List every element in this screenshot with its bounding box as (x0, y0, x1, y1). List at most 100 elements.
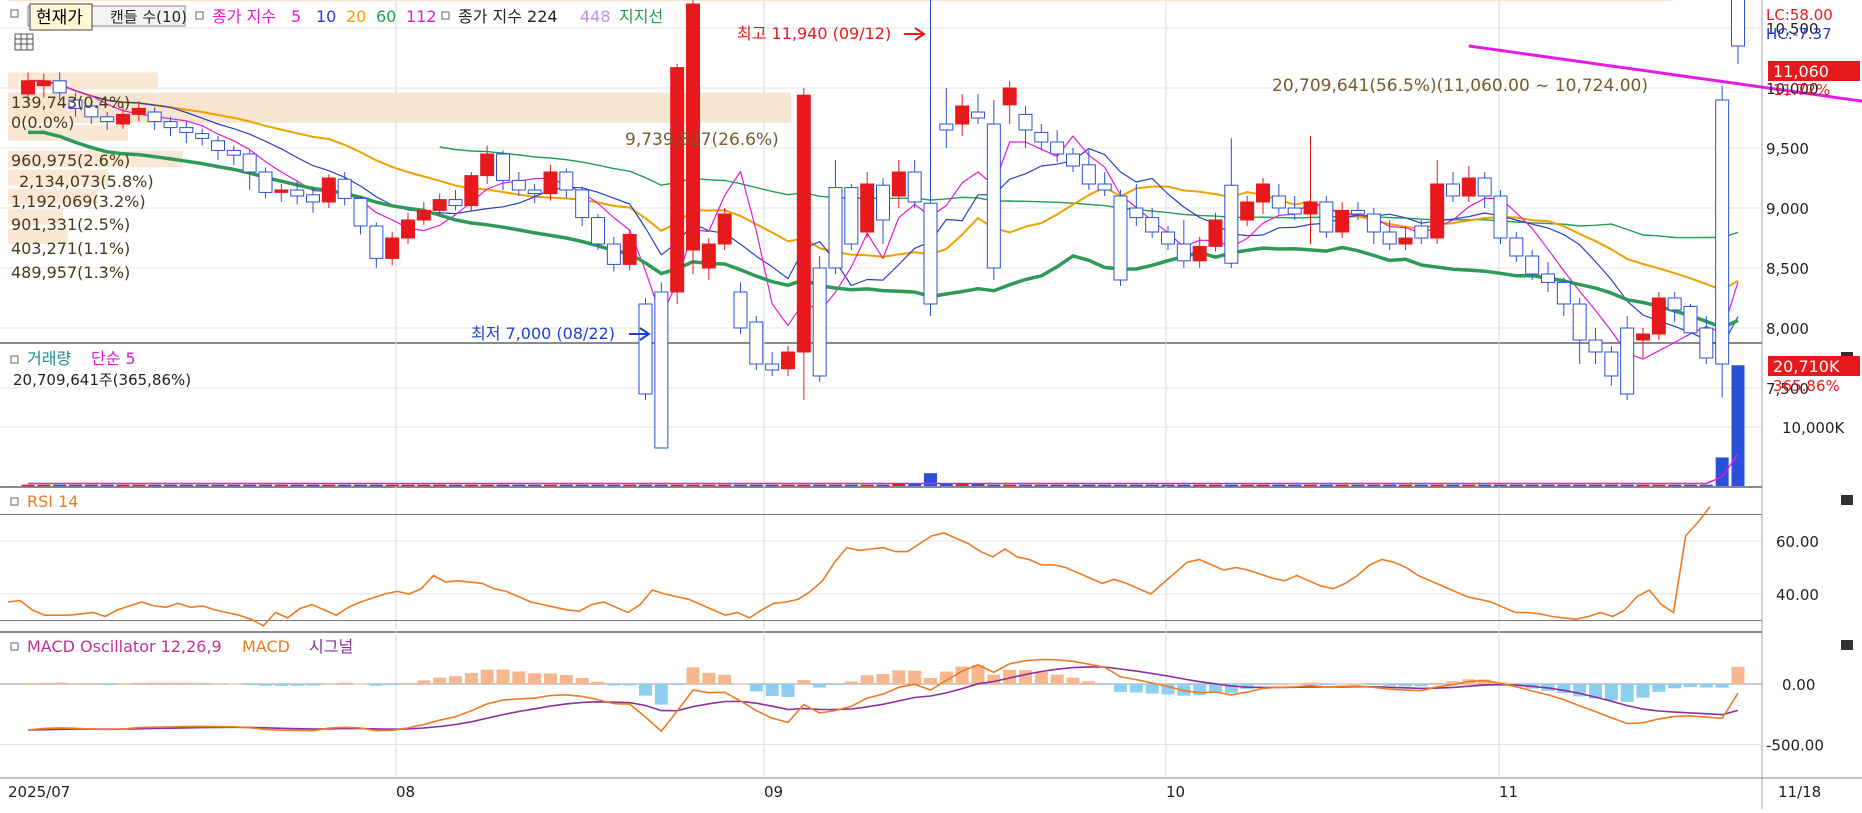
candle-body (1081, 164, 1096, 185)
candle-body (606, 243, 621, 265)
band-top-annotation: 20,709,641(56.5%)(11,060.00 ~ 10,724.00) (1272, 76, 1648, 96)
macd-panel-close-icon[interactable] (1841, 640, 1853, 650)
candle-up (670, 64, 685, 304)
volume-legend-title[interactable]: 거래량 (27, 349, 71, 368)
macd-oscillator-legend[interactable]: MACD Oscillator 12,26,9 (27, 637, 222, 656)
volume-bar (512, 484, 526, 487)
volume-bar (1003, 484, 1017, 487)
ma10-legend[interactable]: 10 (316, 7, 336, 26)
candle-body (1667, 297, 1682, 311)
candle-body (1572, 303, 1587, 341)
macd-oscillator-bar (1367, 684, 1381, 685)
volume-bar (1351, 484, 1365, 487)
macd-oscillator-bar (844, 681, 858, 684)
candle-body (179, 127, 194, 133)
volume-bar (354, 484, 367, 487)
volume-bar (1541, 484, 1555, 487)
x-tick-label: 08 (396, 783, 415, 801)
volume-bar (813, 484, 827, 487)
volume-bar (1684, 484, 1697, 487)
candle-body (860, 183, 875, 233)
volume-bar (227, 484, 241, 487)
ma5-legend[interactable]: 5 (291, 7, 301, 26)
candle-body (812, 267, 827, 377)
candle-body (971, 111, 985, 119)
volume-bar (575, 484, 589, 487)
candle-body (575, 189, 590, 219)
macd-oscillator-bar (892, 670, 906, 684)
volume-bar (544, 484, 557, 487)
macd-oscillator-bar (37, 682, 51, 684)
vp-label: 901,331(2.5%) (11, 215, 130, 234)
volume-bar (654, 484, 668, 487)
x-tick-label: 2025/07 (8, 783, 70, 801)
macd-signal-legend[interactable]: 시그널 (309, 637, 353, 656)
volume-bar (1161, 484, 1175, 487)
ma20-legend[interactable]: 20 (346, 7, 366, 26)
volume-bar (765, 484, 779, 487)
candle-body (1604, 351, 1619, 377)
macd-oscillator-bar (544, 673, 557, 684)
macd-oscillator-bar (1731, 666, 1745, 684)
volume-tick-label: 10,000K (1782, 419, 1845, 437)
volume-bar (243, 484, 257, 487)
macd-oscillator-bar (1098, 684, 1112, 685)
macd-oscillator-bar (1050, 674, 1064, 684)
candle-body (1176, 243, 1191, 262)
candle-body (1414, 225, 1429, 239)
macd-oscillator-bar (670, 684, 684, 685)
candle-body (1493, 195, 1508, 239)
table-icon[interactable] (14, 33, 34, 51)
candle-down (1683, 304, 1698, 334)
volume-bar (69, 484, 82, 487)
volume-bar (1304, 484, 1317, 487)
rsi-panel-close-icon[interactable] (1841, 495, 1853, 505)
volume-bar (1367, 484, 1381, 487)
volume-bar (449, 484, 462, 487)
volume-bar (1430, 484, 1444, 487)
volume-bar (734, 484, 747, 487)
candle-up (464, 172, 479, 211)
price-tick-label: 9,000 (1766, 200, 1809, 218)
candle-down (1319, 196, 1334, 238)
ma224-legend[interactable]: 종가 지수 224 (458, 7, 558, 26)
macd-oscillator-bar (860, 675, 874, 684)
ma112-legend[interactable]: 112 (406, 7, 437, 26)
candle-body (1588, 339, 1603, 353)
candle-body (258, 171, 273, 193)
rsi-legend-title[interactable]: RSI 14 (27, 492, 78, 511)
chart-canvas[interactable]: 11,50010,50010,0009,5009,0008,5008,0007,… (0, 0, 1862, 809)
support-legend[interactable]: 지지선 (619, 7, 663, 26)
candle-body (1097, 183, 1112, 191)
candle-body (717, 213, 732, 245)
volume-ma-legend[interactable]: 단순 5 (91, 349, 136, 368)
candle-body (496, 153, 510, 181)
ma60-legend[interactable]: 60 (376, 7, 396, 26)
candle-body (1256, 183, 1270, 203)
candle-body (1398, 237, 1413, 245)
volume-bar (1272, 484, 1286, 487)
x-tick-label: 11/18 (1778, 783, 1821, 801)
candle-body (527, 189, 542, 195)
volume-bar (211, 484, 225, 487)
volume-bar (1414, 484, 1428, 487)
macd-oscillator-bar (211, 683, 225, 685)
volume-bar (401, 484, 415, 487)
volume-bar (496, 484, 510, 487)
candle-body (448, 199, 463, 207)
volume-bar (1509, 484, 1523, 487)
price-tick-label: 8,000 (1766, 320, 1809, 338)
candle-body (1651, 297, 1666, 335)
volume-bar (1383, 484, 1397, 487)
volume-bar (306, 484, 320, 487)
candle-body (1303, 201, 1318, 215)
macd-line-legend[interactable]: MACD (242, 637, 290, 656)
candle-body (1699, 327, 1714, 359)
candle-down (1113, 190, 1128, 286)
candle-body (1477, 177, 1492, 197)
macd-oscillator-bar (686, 667, 700, 684)
volume-bar (417, 484, 431, 487)
ma448-legend[interactable]: 448 (580, 7, 611, 26)
macd-oscillator-bar (1145, 684, 1159, 694)
macd-oscillator-bar (1636, 684, 1650, 698)
